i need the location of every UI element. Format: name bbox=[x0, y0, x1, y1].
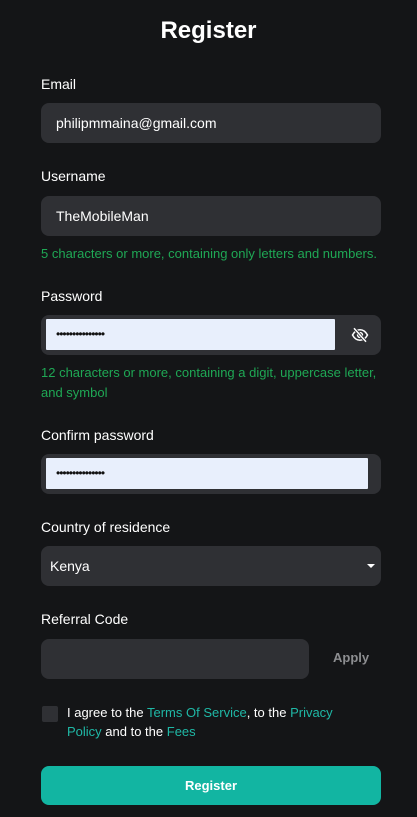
apply-button[interactable]: Apply bbox=[333, 650, 369, 665]
password-hint: 12 characters or more, containing a digi… bbox=[41, 365, 377, 400]
agree-checkbox[interactable] bbox=[42, 706, 58, 722]
eye-off-icon[interactable] bbox=[351, 326, 369, 344]
password-label: Password bbox=[41, 288, 103, 304]
terms-of-service-link[interactable]: Terms Of Service bbox=[147, 705, 247, 720]
agreement-mid-2: and to the bbox=[101, 724, 167, 739]
register-button[interactable]: Register bbox=[41, 766, 381, 805]
chevron-down-icon bbox=[367, 564, 375, 568]
username-label: Username bbox=[41, 168, 106, 184]
username-field[interactable]: TheMobileMan bbox=[41, 196, 381, 236]
email-value: philipmmaina@gmail.com bbox=[56, 115, 217, 131]
password-value: ••••••••••••••• bbox=[56, 327, 105, 341]
username-hint: 5 characters or more, containing only le… bbox=[41, 246, 378, 261]
register-page: Register Email philipmmaina@gmail.com Us… bbox=[0, 0, 417, 817]
referral-code-input[interactable] bbox=[41, 639, 309, 679]
page-title: Register bbox=[160, 17, 257, 44]
username-value: TheMobileMan bbox=[56, 208, 149, 224]
country-selected-value: Kenya bbox=[50, 558, 90, 574]
confirm-password-value: ••••••••••••••• bbox=[56, 466, 105, 480]
fees-link[interactable]: Fees bbox=[167, 724, 196, 739]
referral-label: Referral Code bbox=[41, 611, 129, 627]
email-field[interactable]: philipmmaina@gmail.com bbox=[41, 103, 381, 143]
email-label: Email bbox=[41, 76, 77, 92]
password-input[interactable]: ••••••••••••••• bbox=[46, 319, 335, 350]
confirm-password-input[interactable]: ••••••••••••••• bbox=[46, 458, 368, 489]
country-select[interactable]: Kenya bbox=[41, 546, 381, 586]
password-field[interactable]: ••••••••••••••• bbox=[41, 315, 381, 355]
agreement-prefix: I agree to the bbox=[67, 705, 147, 720]
agreement-mid-1: , to the bbox=[246, 705, 291, 720]
confirm-password-label: Confirm password bbox=[41, 427, 154, 443]
country-label: Country of residence bbox=[41, 519, 171, 535]
agreement-text: I agree to the Terms Of Service, to the … bbox=[67, 703, 367, 741]
confirm-password-field[interactable]: ••••••••••••••• bbox=[41, 454, 381, 494]
